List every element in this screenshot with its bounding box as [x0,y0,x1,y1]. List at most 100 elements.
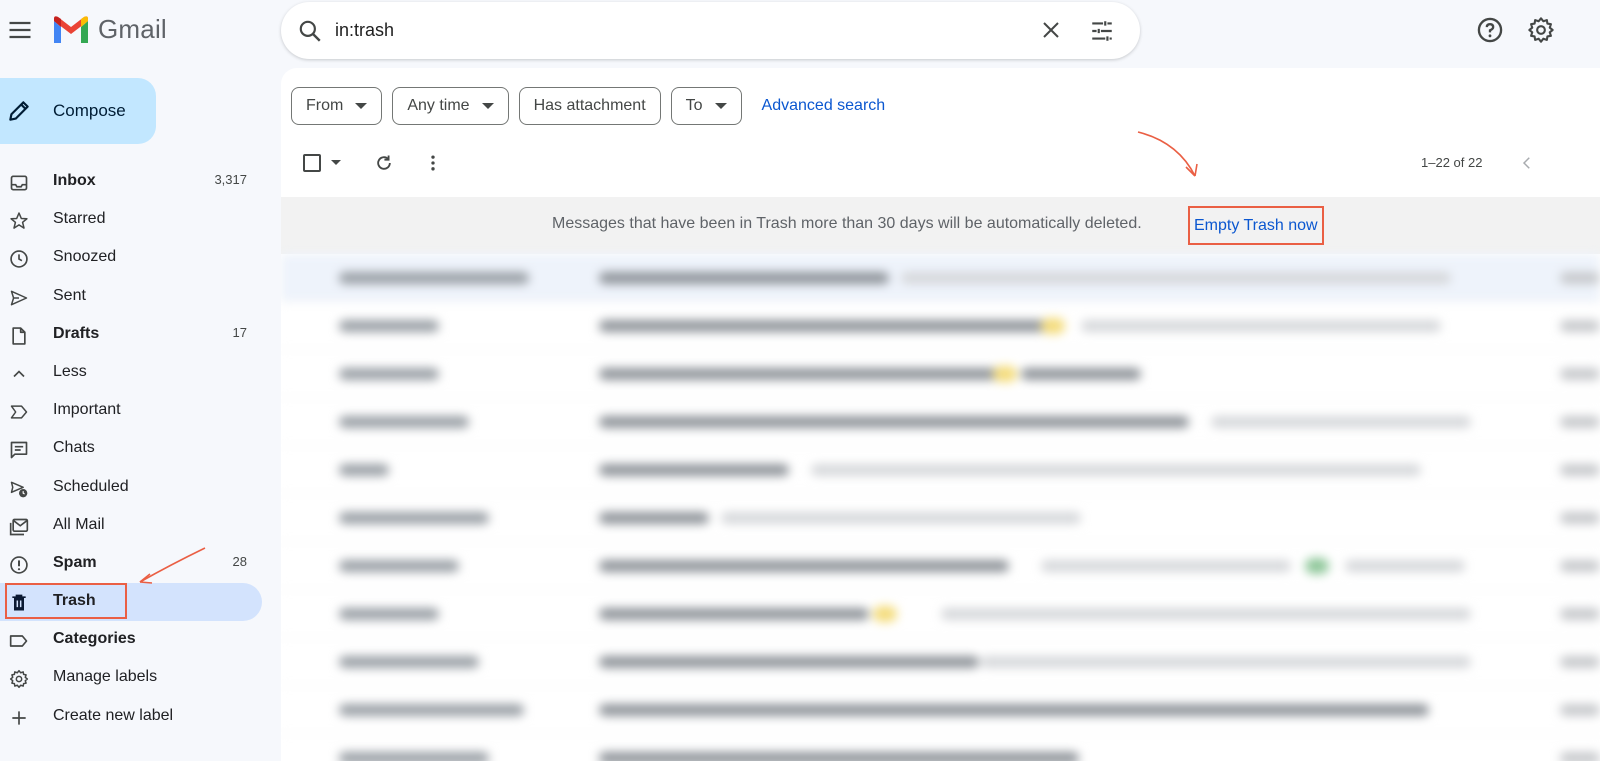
clock-icon [8,248,30,270]
row-snippet [721,512,1081,524]
table-row[interactable] [281,542,1600,590]
row-date [1560,320,1600,332]
row-date [1560,704,1600,716]
sidebar-item-all-mail[interactable]: All Mail [0,507,262,545]
close-icon[interactable] [1039,18,1063,47]
table-row[interactable] [281,494,1600,542]
chip-label: From [306,97,344,114]
sidebar-item-label: Inbox [53,172,96,189]
row-subject [599,608,869,620]
row-sender [339,272,529,284]
row-snippet [811,464,1421,476]
sidebar-item-drafts[interactable]: Drafts 17 [0,316,262,354]
trash-notice-text: Messages that have been in Trash more th… [552,215,1142,232]
table-row[interactable] [281,398,1600,446]
row-snippet [1041,560,1291,572]
row-date [1560,752,1600,761]
sidebar-item-scheduled[interactable]: Scheduled [0,469,262,507]
main-panel: From Any time Has attachment To Advanced… [281,68,1600,761]
sidebar-item-label: Important [53,401,121,419]
advanced-search-link[interactable]: Advanced search [762,97,886,115]
emoji-icon [873,606,897,622]
pagination-range: 1–22 of 22 [1421,155,1483,170]
settings-icon[interactable] [1527,16,1555,49]
sidebar-item-starred[interactable]: Starred [0,201,262,239]
chip-has-attachment[interactable]: Has attachment [518,87,661,125]
row-sender [339,608,439,620]
chat-icon [8,439,30,461]
chevron-left-icon[interactable] [1518,154,1536,177]
chip-to[interactable]: To [670,87,742,125]
row-date [1560,368,1600,380]
dropdown-arrow-icon [481,103,494,109]
tune-icon[interactable] [1089,18,1115,49]
important-icon [8,401,30,423]
empty-trash-now-link[interactable]: Empty Trash now [1188,206,1324,245]
trash-icon [8,592,30,614]
row-sender [339,416,469,428]
select-dropdown-icon[interactable] [331,160,341,165]
sidebar-item-less[interactable]: Less [0,354,262,392]
sidebar-item-sent[interactable]: Sent [0,278,262,316]
all-mail-icon [8,516,30,538]
table-row[interactable] [281,590,1600,638]
gmail-m-icon [54,15,88,43]
sidebar-item-trash[interactable]: Trash [0,583,262,622]
row-subject [599,272,889,284]
menu-icon[interactable] [6,16,34,44]
row-snippet-extra [1345,560,1465,572]
help-icon[interactable] [1476,16,1504,49]
sidebar-item-label: Manage labels [53,668,158,686]
compose-button[interactable]: Compose [0,78,156,144]
row-snippet [941,608,1471,620]
trash-notice-banner: Messages that have been in Trash more th… [281,197,1600,254]
row-subject [599,368,999,380]
row-date [1560,512,1600,524]
sidebar-item-spam[interactable]: Spam 28 [0,545,262,583]
dropdown-arrow-icon [355,103,368,109]
row-sender [339,704,524,716]
sidebar-item-label: Less [53,362,87,380]
row-subject [599,656,979,668]
row-sender [339,560,459,572]
chip-any-time[interactable]: Any time [392,87,509,125]
sidebar-item-chats[interactable]: Chats [0,430,262,468]
sidebar-item-important[interactable]: Important [0,392,262,430]
gmail-logo[interactable]: Gmail [52,14,167,45]
chip-from[interactable]: From [291,87,383,125]
sidebar-item-categories[interactable]: Categories [0,621,262,659]
sidebar-item-manage-labels[interactable]: Manage labels [0,659,262,697]
row-subject [599,704,1429,716]
search-icon[interactable] [297,18,323,49]
table-row[interactable] [281,302,1600,350]
row-subject [599,512,709,524]
row-snippet [1081,320,1441,332]
sidebar-item-inbox[interactable]: Inbox 3,317 [0,163,262,201]
sidebar-item-snoozed[interactable]: Snoozed [0,239,262,277]
emoji-icon [1041,318,1065,334]
table-row[interactable] [281,350,1600,398]
refresh-icon[interactable] [374,153,394,178]
search-bar [281,2,1140,59]
row-date [1560,272,1600,284]
row-subject [599,560,1009,572]
chip-label: Any time [407,97,470,114]
chip-label: To [685,97,703,114]
chip-label: Has attachment [533,97,646,114]
table-row[interactable] [281,686,1600,734]
more-options-icon[interactable] [423,153,443,178]
sidebar-item-label: Snoozed [53,248,117,266]
row-snippet [981,656,1471,668]
row-date [1560,608,1600,620]
search-input[interactable] [335,16,1015,44]
spam-count: 28 [232,553,247,569]
row-sender [339,512,489,524]
emoji-icon [993,366,1017,382]
select-all-checkbox[interactable] [303,154,321,172]
table-row[interactable] [281,254,1600,302]
table-row[interactable] [281,638,1600,686]
table-row[interactable] [281,446,1600,494]
sidebar-item-create-label[interactable]: Create new label [0,698,262,736]
table-row[interactable] [281,734,1600,761]
pencil-icon [6,98,32,129]
